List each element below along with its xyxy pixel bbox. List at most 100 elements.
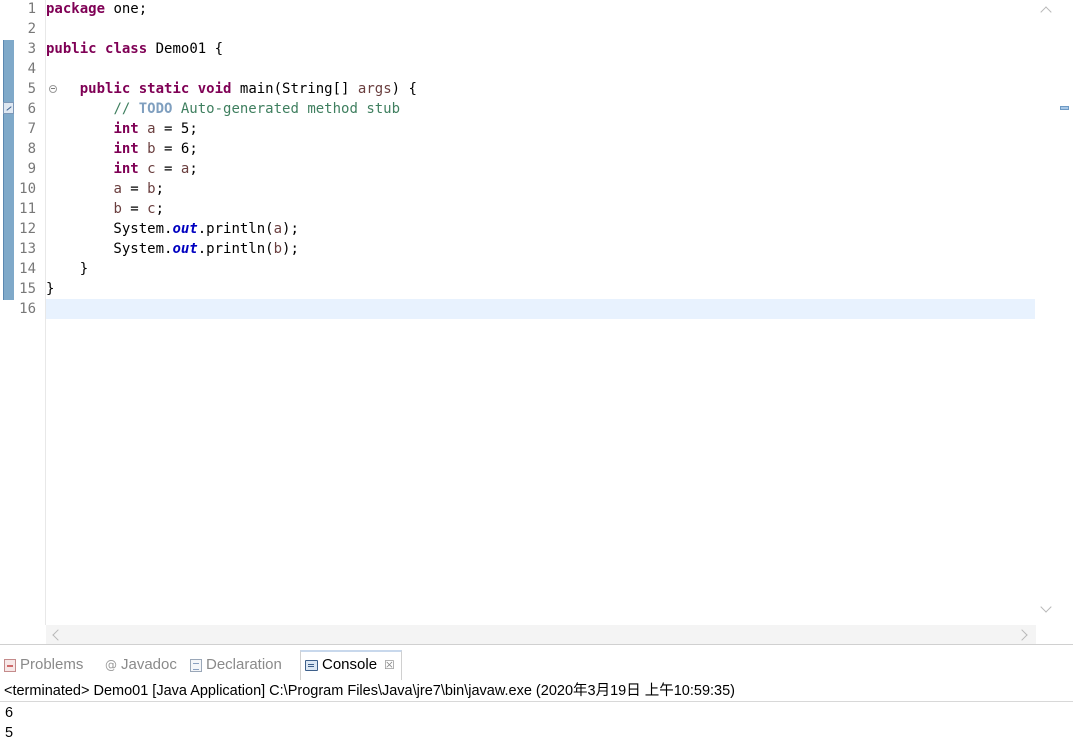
keyword-token: int bbox=[113, 141, 139, 157]
variable-token: b bbox=[113, 201, 122, 217]
code-line: System.out.println(b); bbox=[46, 239, 299, 259]
variable-token: a bbox=[113, 181, 122, 197]
code-token: ; bbox=[155, 201, 165, 217]
field-token: out bbox=[172, 241, 198, 257]
code-line: int b = 6; bbox=[46, 139, 198, 159]
line-number: 1 bbox=[27, 1, 36, 17]
declaration-icon bbox=[190, 658, 202, 672]
code-line: } bbox=[46, 279, 54, 299]
code-token: System. bbox=[46, 241, 173, 257]
console-status-line: <terminated> Demo01 [Java Application] C… bbox=[0, 680, 1073, 702]
change-marker bbox=[3, 40, 14, 300]
vertical-scrollbar[interactable] bbox=[1036, 0, 1056, 625]
line-number: 9 bbox=[27, 161, 36, 177]
code-token: = 6; bbox=[155, 141, 198, 157]
task-marker-icon[interactable] bbox=[3, 102, 14, 114]
code-line: System.out.println(a); bbox=[46, 219, 298, 239]
tab-declaration[interactable]: Declaration bbox=[190, 652, 282, 678]
code-token: ; bbox=[189, 161, 198, 177]
variable-token: c bbox=[147, 161, 156, 177]
tab-problems[interactable]: Problems bbox=[4, 652, 83, 678]
tab-javadoc[interactable]: @ Javadoc bbox=[105, 652, 177, 678]
keyword-token: int bbox=[113, 161, 139, 177]
line-number: 3 bbox=[27, 41, 36, 57]
line-number: 2 bbox=[27, 21, 36, 37]
comment-token: Auto-generated method stub bbox=[172, 101, 401, 117]
code-line: public static void main(String[] args) { bbox=[46, 79, 417, 99]
code-token: ); bbox=[282, 241, 299, 257]
code-token: one; bbox=[105, 1, 148, 17]
code-token: Demo01 { bbox=[147, 41, 224, 57]
code-token: .println( bbox=[197, 221, 274, 237]
console-output-line: 5 bbox=[5, 725, 14, 741]
code-line: a = b; bbox=[46, 179, 164, 199]
variable-token: b bbox=[147, 141, 156, 157]
quick-diff-ruler bbox=[0, 0, 16, 644]
tab-label: Declaration bbox=[206, 656, 282, 673]
scroll-down-icon[interactable] bbox=[1040, 601, 1052, 613]
console-output-line: 6 bbox=[5, 705, 14, 721]
code-line: // TODO Auto-generated method stub bbox=[46, 99, 400, 119]
variable-token: a bbox=[273, 221, 283, 237]
javadoc-icon: @ bbox=[105, 658, 117, 673]
line-number-ruler: 1 2 3 4 5 6 7 8 9 10 11 12 13 14 15 16 bbox=[16, 0, 57, 625]
line-number: 12 bbox=[19, 221, 36, 237]
line-number: 6 bbox=[27, 101, 36, 117]
line-number: 13 bbox=[19, 241, 36, 257]
code-token: ) { bbox=[391, 81, 417, 97]
eclipse-window: 1 2 3 4 5 6 7 8 9 10 11 12 13 14 15 16 package one; publ… bbox=[0, 0, 1073, 743]
field-token: out bbox=[172, 221, 198, 237]
scroll-up-icon[interactable] bbox=[1040, 6, 1052, 18]
code-line: b = c; bbox=[46, 199, 164, 219]
scroll-left-icon[interactable] bbox=[52, 629, 64, 641]
line-number: 4 bbox=[27, 61, 36, 77]
current-line-highlight bbox=[46, 299, 1035, 319]
code-text-area[interactable]: package one; public class Demo01 { public… bbox=[46, 0, 1036, 625]
tab-label: Javadoc bbox=[121, 656, 177, 673]
console-icon bbox=[305, 659, 318, 671]
line-number: 16 bbox=[19, 301, 36, 317]
keyword-token: public bbox=[79, 81, 131, 97]
comment-token: // bbox=[113, 101, 139, 117]
code-line: } bbox=[46, 259, 88, 279]
line-number: 8 bbox=[27, 141, 36, 157]
code-line: int a = 5; bbox=[46, 119, 198, 139]
variable-token: b bbox=[273, 241, 283, 257]
code-token: System. bbox=[46, 221, 173, 237]
code-token: = 5; bbox=[155, 121, 198, 137]
code-line: int c = a; bbox=[46, 159, 198, 179]
view-tab-bar: Problems @ Javadoc Declaration Console ☒ bbox=[0, 648, 1073, 680]
code-token: } bbox=[46, 261, 89, 277]
line-number: 10 bbox=[19, 181, 36, 197]
close-tab-icon[interactable]: ☒ bbox=[384, 652, 395, 678]
tab-console[interactable]: Console ☒ bbox=[300, 650, 402, 680]
variable-token: a bbox=[147, 121, 156, 137]
horizontal-scrollbar[interactable] bbox=[46, 625, 1036, 644]
line-number: 11 bbox=[19, 201, 36, 217]
code-token: main(String[] bbox=[231, 81, 358, 97]
variable-token: c bbox=[147, 201, 156, 217]
code-token: ; bbox=[155, 181, 165, 197]
code-token: } bbox=[46, 281, 55, 297]
variable-token: b bbox=[147, 181, 156, 197]
overview-ruler[interactable] bbox=[1056, 0, 1073, 644]
overview-task-marker[interactable] bbox=[1060, 106, 1069, 110]
keyword-token: class bbox=[105, 41, 148, 57]
java-editor: 1 2 3 4 5 6 7 8 9 10 11 12 13 14 15 16 package one; publ… bbox=[0, 0, 1073, 645]
scroll-right-icon[interactable] bbox=[1016, 629, 1028, 641]
keyword-token: package bbox=[46, 1, 106, 17]
code-line: package one; bbox=[46, 0, 147, 19]
problems-icon bbox=[4, 658, 16, 672]
code-token: = bbox=[121, 181, 148, 197]
line-number: 15 bbox=[19, 281, 36, 297]
